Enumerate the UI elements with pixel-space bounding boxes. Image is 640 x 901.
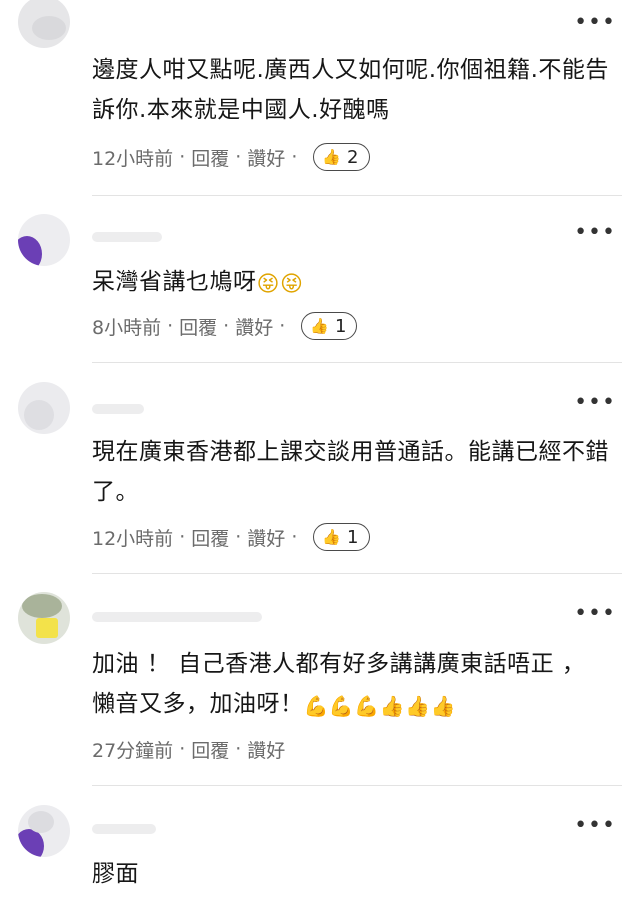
comment-text-line: 懶音又多，加油呀！ [92, 691, 304, 717]
divider [92, 785, 622, 786]
comment-text: 膠面 [92, 861, 139, 887]
divider [92, 195, 622, 196]
like-count: 1 [334, 315, 347, 337]
tongue-emoji-icon: 😝 [279, 272, 304, 297]
avatar[interactable] [18, 214, 70, 266]
reply-button[interactable]: 回覆 [179, 313, 217, 340]
comment-text: 呆灣省講乜鳩呀 [92, 269, 257, 295]
flexed-biceps-emoji-icon: 💪 [328, 694, 355, 718]
comment-text-block: 加油 ！ 自己香港人都有好多講講廣東話唔正 ， 懶音又多，加油呀！💪💪💪👍👍👍 [92, 644, 622, 724]
timestamp: 27分鐘前 [92, 739, 174, 762]
like-count-badge[interactable]: 👍 1 [313, 523, 370, 551]
more-dots-icon[interactable]: ••• [574, 815, 616, 837]
more-dots-icon[interactable]: ••• [574, 392, 616, 414]
comment-text-row: 呆灣省講乜鳩呀😝😝 [92, 262, 622, 302]
like-button[interactable]: 讚好 [235, 313, 273, 340]
flexed-biceps-emoji-icon: 💪 [303, 694, 329, 718]
thumbs-up-icon: 👍 [322, 148, 342, 166]
like-count-badge[interactable]: 👍 2 [313, 143, 370, 171]
comment-meta: 27分鐘前 · 回覆 · 讚好 [92, 733, 285, 765]
author-name[interactable] [92, 404, 144, 414]
thumbs-up-icon: 👍 [310, 317, 329, 335]
like-button[interactable]: 讚好 [247, 736, 285, 763]
avatar[interactable] [18, 0, 70, 48]
avatar[interactable] [18, 382, 70, 434]
flexed-biceps-emoji-icon: 💪 [354, 694, 380, 718]
divider [92, 362, 622, 363]
timestamp: 12小時前 [92, 527, 174, 550]
author-name[interactable] [92, 612, 262, 622]
like-count-badge[interactable]: 👍 1 [301, 312, 358, 340]
comment-text: 邊度人咁又點呢.廣西人又如何呢.你個祖籍.不能告訴你.本來就是中國人.好醜嗎 [92, 57, 609, 123]
avatar[interactable] [18, 592, 70, 644]
author-name[interactable] [92, 232, 162, 242]
like-count: 1 [347, 526, 359, 548]
thumbs-up-emoji-icon: 👍 [405, 694, 431, 718]
avatar[interactable] [18, 805, 70, 857]
more-dots-icon[interactable]: ••• [574, 603, 616, 625]
divider [92, 573, 622, 574]
tongue-emoji-icon: 😝 [256, 272, 280, 297]
author-name[interactable] [92, 824, 156, 834]
like-button[interactable]: 讚好 [247, 144, 285, 171]
reply-button[interactable]: 回覆 [191, 524, 229, 551]
comment-text-line: 加油 ！ 自己香港人都有好多講講廣東話唔正 ， [92, 651, 586, 677]
more-dots-icon[interactable]: ••• [574, 222, 616, 244]
comment-meta: 12小時前 · 回覆 · 讚好 · 👍 2 [92, 141, 370, 173]
thumbs-up-emoji-icon: 👍 [430, 694, 456, 718]
timestamp: 8小時前 [92, 316, 162, 339]
more-dots-icon[interactable]: ••• [574, 12, 616, 34]
reply-button[interactable]: 回覆 [191, 736, 229, 763]
like-button[interactable]: 讚好 [247, 524, 285, 551]
timestamp: 12小時前 [92, 147, 174, 170]
comment-text-row: 懶音又多，加油呀！💪💪💪👍👍👍 [92, 684, 622, 724]
comment-meta: 8小時前 · 回覆 · 讚好 · 👍 1 [92, 310, 358, 342]
like-count: 2 [347, 146, 359, 168]
comment-text: 現在廣東香港都上課交談用普通話。能講已經不錯了。 [92, 439, 609, 505]
reply-button[interactable]: 回覆 [191, 144, 229, 171]
thumbs-up-emoji-icon: 👍 [379, 694, 406, 718]
comment-meta: 12小時前 · 回覆 · 讚好 · 👍 1 [92, 521, 370, 553]
thumbs-up-icon: 👍 [322, 528, 342, 546]
